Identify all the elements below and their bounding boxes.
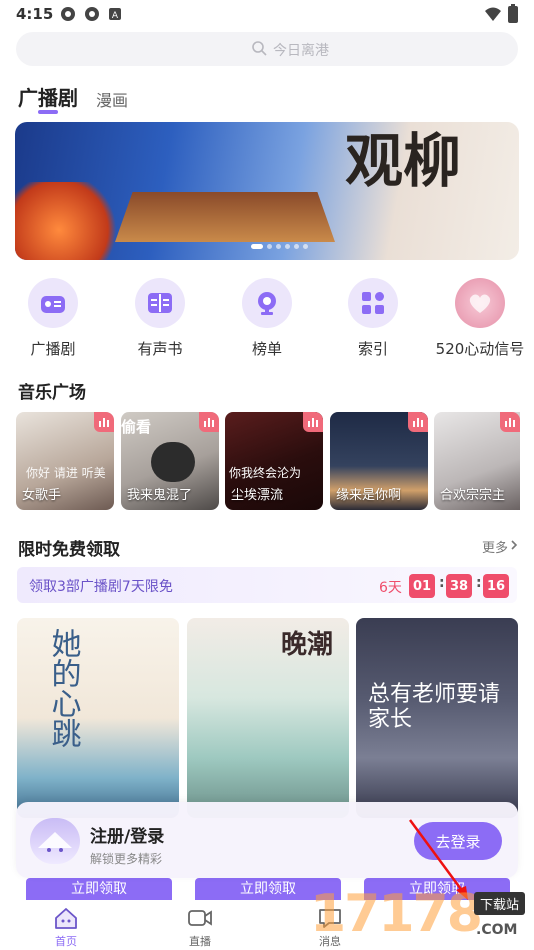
free-book-card[interactable]: 她的心跳 xyxy=(17,618,179,818)
svg-text:A: A xyxy=(112,11,119,21)
watermark-download: 下载站 xyxy=(474,892,526,915)
audio-tag-icon xyxy=(94,412,114,432)
chevron-right-icon xyxy=(510,539,518,554)
more-link[interactable]: 更多 xyxy=(482,537,518,556)
status-time: 4:15 xyxy=(16,5,54,23)
battery-icon xyxy=(507,4,523,23)
music-card-caption: 我来鬼混了 xyxy=(127,488,193,503)
book-icon xyxy=(135,278,185,328)
section-title-free: 限时免费领取 xyxy=(18,540,120,560)
category-radio-drama[interactable]: 广播剧 xyxy=(3,278,103,359)
music-card[interactable]: 偷看 我来鬼混了 xyxy=(121,412,219,510)
banner-calligraphy: 观柳 xyxy=(345,127,462,195)
free-book-card[interactable]: 总有老师要请家长 xyxy=(356,618,518,818)
app-notification-icon xyxy=(60,6,76,22)
music-card[interactable]: 你好 请进 听美 女歌手 xyxy=(16,412,114,510)
search-icon xyxy=(252,40,267,60)
category-index[interactable]: 索引 xyxy=(323,278,423,359)
tab-active-indicator xyxy=(38,110,58,114)
banner-carousel[interactable]: 观柳 xyxy=(15,122,519,260)
book-title: 总有老师要请家长 xyxy=(368,682,501,733)
music-card-caption: 缘来是你啊 xyxy=(336,488,402,503)
countdown-seconds: 16 xyxy=(483,574,509,598)
wifi-icon xyxy=(484,6,501,22)
tab-comics[interactable]: 漫画 xyxy=(96,87,128,111)
banner-art-pavilion xyxy=(115,192,335,242)
watermark-domain: .COM xyxy=(476,922,518,938)
banner-page-indicator xyxy=(251,244,308,249)
banner-art-fire xyxy=(15,182,125,260)
music-card-caption: 尘埃漂流 xyxy=(231,488,284,503)
music-card[interactable]: 合欢宗宗主 xyxy=(434,412,520,510)
video-icon xyxy=(170,906,230,933)
promo-text: 领取3部广播剧7天限免 xyxy=(29,579,173,595)
book-title: 她的心跳 xyxy=(45,628,81,748)
tab-home[interactable]: 首页 xyxy=(36,906,96,949)
music-card-overlay: 你好 请进 听美 xyxy=(26,466,106,480)
home-icon xyxy=(36,906,96,933)
music-card-art xyxy=(151,442,195,482)
countdown-days: 6天 xyxy=(379,580,402,596)
login-subtitle: 解锁更多精彩 xyxy=(90,852,163,866)
section-title-music: 音乐广场 xyxy=(18,383,86,403)
free-book-card[interactable]: 晚潮 xyxy=(187,618,349,818)
tab-live[interactable]: 直播 xyxy=(170,906,230,949)
trophy-icon xyxy=(242,278,292,328)
music-card-caption: 合欢宗宗主 xyxy=(440,488,506,503)
audio-tag-icon xyxy=(303,412,323,432)
audio-tag-icon xyxy=(199,412,219,432)
text-notification-icon: A xyxy=(108,6,124,22)
radio-icon xyxy=(28,278,78,328)
heart-signal-icon xyxy=(455,278,505,328)
music-card-overlay: 偷看 xyxy=(121,418,152,436)
music-card-caption: 女歌手 xyxy=(22,488,62,503)
audio-tag-icon xyxy=(408,412,428,432)
countdown-separator: : xyxy=(439,575,445,591)
countdown-separator: : xyxy=(476,575,482,591)
audio-tag-icon xyxy=(500,412,520,432)
claim-button[interactable]: 立即领取 xyxy=(26,878,172,900)
search-bar[interactable]: 今日离港 xyxy=(16,32,518,66)
music-card-overlay: 你我终会沦为 xyxy=(229,466,302,480)
search-placeholder: 今日离港 xyxy=(252,40,329,60)
mascot-avatar xyxy=(30,818,80,864)
countdown-minutes: 38 xyxy=(446,574,472,598)
app-notification-icon xyxy=(84,6,100,22)
status-bar: 4:15 A xyxy=(0,0,534,28)
book-title: 晚潮 xyxy=(281,630,334,660)
category-ranking[interactable]: 榜单 xyxy=(217,278,317,359)
grid-icon xyxy=(348,278,398,328)
tab-radio-drama[interactable]: 广播剧 xyxy=(18,82,78,111)
music-card[interactable]: 缘来是你啊 xyxy=(330,412,428,510)
countdown-hours: 01 xyxy=(409,574,435,598)
login-title: 注册/登录 xyxy=(90,827,165,847)
category-520-signal[interactable]: 520心动信号 xyxy=(430,278,530,359)
music-card[interactable]: 你我终会沦为 尘埃漂流 xyxy=(225,412,323,510)
category-audiobook[interactable]: 有声书 xyxy=(110,278,210,359)
